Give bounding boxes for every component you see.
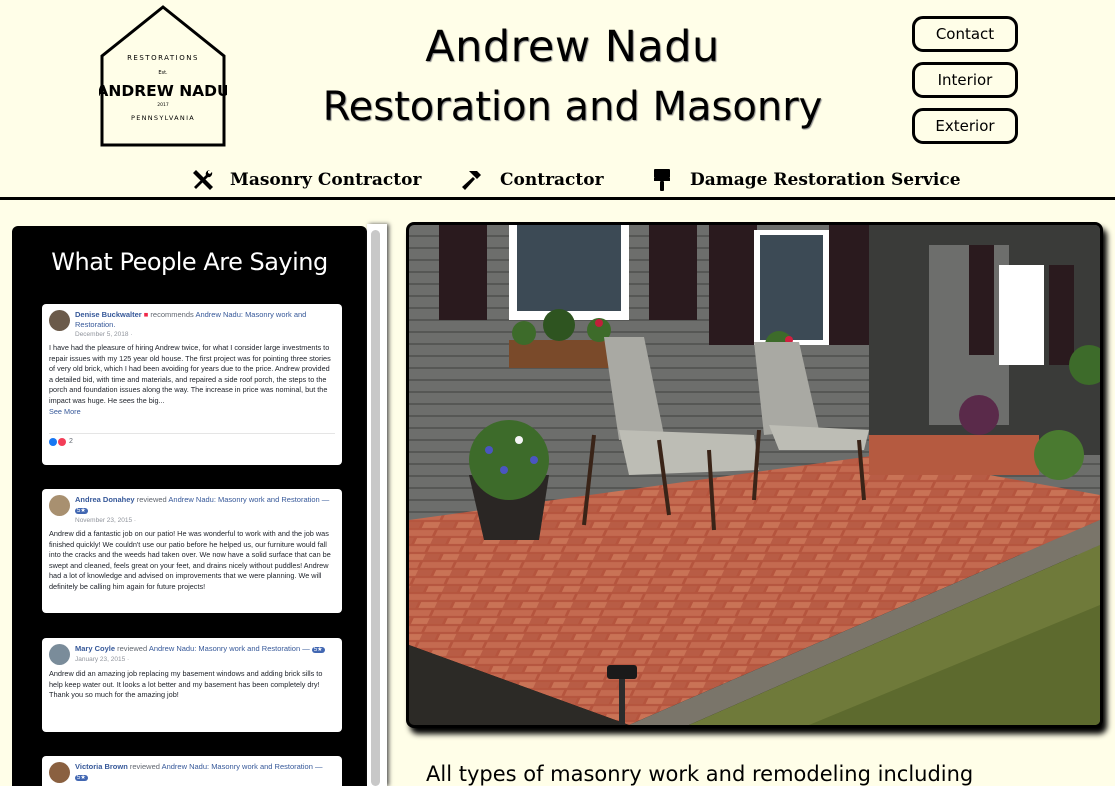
service-damage-restoration[interactable]: Damage Restoration Service [650, 166, 961, 194]
review-author[interactable]: Andrea Donahey [75, 495, 135, 504]
review-card[interactable]: Victoria Brown reviewed Andrew Nadu: Mas… [42, 756, 342, 786]
review-action: reviewed [117, 644, 148, 653]
review-text: I have had the pleasure of hiring Andrew… [49, 343, 331, 405]
logo-est-text: Est. [158, 70, 168, 76]
logo-name-text: ANDREW NADU [99, 82, 227, 100]
review-text: Andrew did a fantastic job on our patio!… [49, 529, 331, 591]
service-masonry-contractor[interactable]: Masonry Contractor [190, 166, 421, 194]
service-label: Contractor [500, 170, 604, 190]
review-card[interactable]: Denise Buckwalter ■ recommends Andrew Na… [42, 304, 342, 465]
service-label: Damage Restoration Service [690, 170, 961, 190]
hammer-icon [462, 171, 481, 190]
contact-button[interactable]: Contact [912, 16, 1018, 52]
logo-year-text: 2017 [157, 102, 169, 108]
review-action: reviewed [129, 762, 160, 771]
review-author[interactable]: Mary Coyle [75, 644, 115, 653]
review-author[interactable]: Victoria Brown [75, 762, 128, 771]
logo-top-text: RESTORATIONS [127, 54, 199, 62]
interior-button[interactable]: Interior [912, 62, 1018, 98]
reviews-heading: What People Are Saying [51, 248, 328, 276]
like-icon [49, 437, 57, 446]
review-date[interactable]: November 23, 2015 · [75, 516, 335, 525]
scrollbar-thumb[interactable] [371, 230, 380, 786]
service-contractor[interactable]: Contractor [460, 166, 604, 194]
patio-photo-frame [406, 222, 1103, 728]
company-logo[interactable]: RESTORATIONS Est. ANDREW NADU 2017 PENNS… [99, 4, 227, 148]
rating-badge: 5★ [311, 647, 325, 653]
services-bar: Masonry Contractor Contractor Damage Res… [0, 166, 1115, 196]
tools-icon [193, 170, 213, 190]
avatar[interactable] [49, 495, 70, 516]
review-card[interactable]: Andrea Donahey reviewed Andrew Nadu: Mas… [42, 489, 342, 613]
avatar[interactable] [49, 310, 70, 331]
review-author[interactable]: Denise Buckwalter [75, 310, 142, 319]
review-action: recommends [150, 310, 194, 319]
logo-bottom-text: PENNSYLVANIA [131, 114, 195, 122]
review-page-link[interactable]: Andrew Nadu: Masonry work and Restoratio… [149, 644, 310, 653]
avatar[interactable] [49, 762, 70, 783]
site-subtitle: Restoration and Masonry [322, 84, 823, 130]
review-date[interactable]: December 5, 2018 · [75, 330, 335, 339]
site-header: RESTORATIONS Est. ANDREW NADU 2017 PENNS… [0, 0, 1115, 200]
review-text: Andrew did an amazing job replacing my b… [49, 669, 323, 700]
reviews-scrollbar[interactable] [367, 224, 387, 786]
review-reactions[interactable]: 2 [49, 432, 335, 446]
review-card[interactable]: Mary Coyle reviewed Andrew Nadu: Masonry… [42, 638, 342, 732]
reaction-count: 2 [69, 438, 73, 446]
rating-badge: 5★ [75, 508, 88, 514]
site-title: Andrew Nadu [425, 22, 720, 72]
review-date[interactable]: January 23, 2015 · [75, 655, 325, 664]
reviews-panel[interactable]: What People Are Saying Denise Buckwalter… [12, 226, 367, 786]
avatar[interactable] [49, 644, 70, 665]
review-page-link[interactable]: Andrew Nadu: Masonry work and Restoratio… [168, 495, 329, 504]
love-icon [58, 437, 66, 446]
exterior-button[interactable]: Exterior [912, 108, 1018, 144]
intro-text: All types of masonry work and remodeling… [426, 762, 974, 786]
review-action: reviewed [136, 495, 167, 504]
paint-roller-icon [654, 169, 670, 191]
patio-photo [409, 225, 1100, 725]
rating-badge: 5★ [75, 775, 88, 781]
service-label: Masonry Contractor [230, 170, 422, 190]
see-more-link[interactable]: See More [49, 407, 335, 417]
review-page-link[interactable]: Andrew Nadu: Masonry work and Restoratio… [162, 762, 323, 771]
site-titles: Andrew Nadu Restoration and Masonry [300, 18, 845, 138]
